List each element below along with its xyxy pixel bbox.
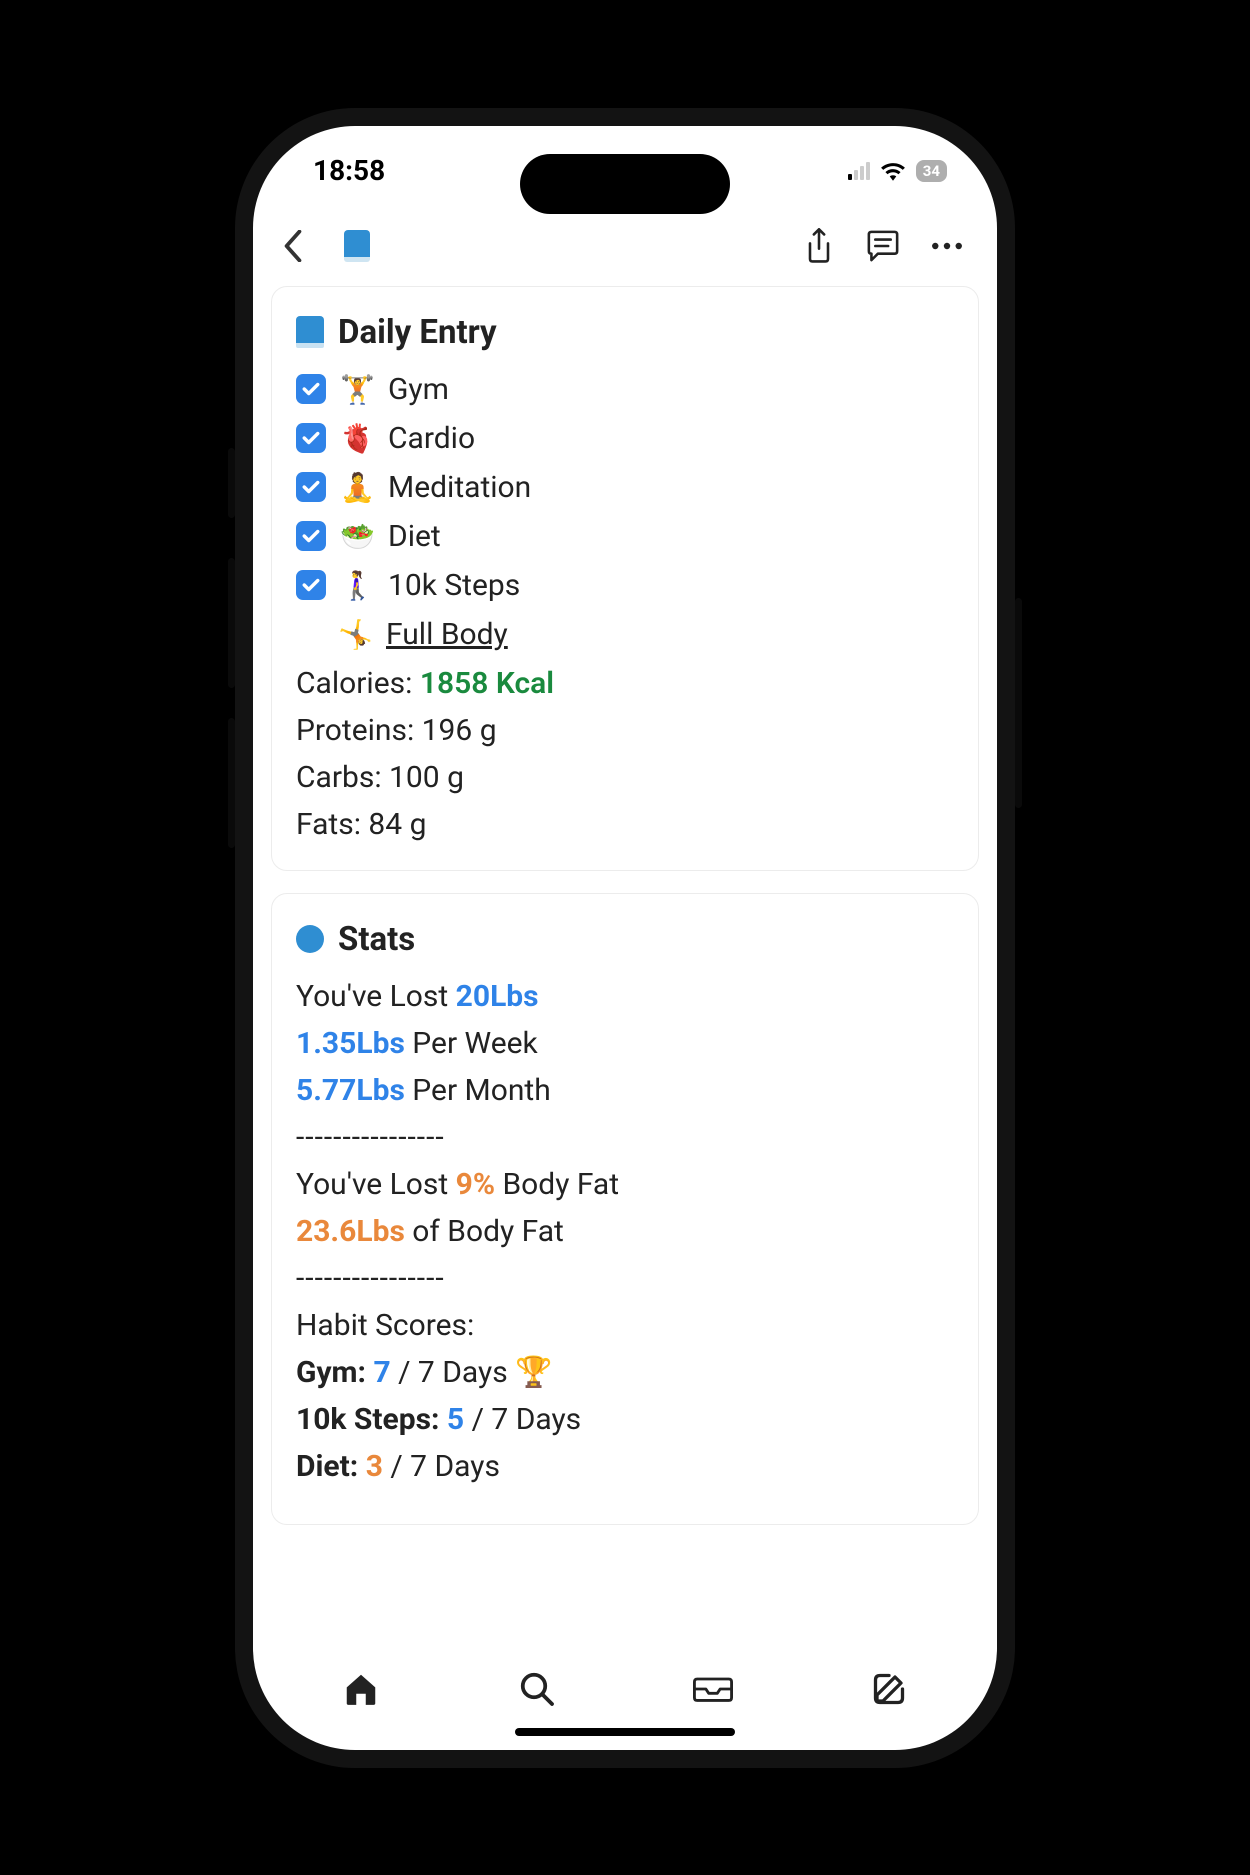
per-week-row: 1.35Lbs Per Week — [296, 1026, 954, 1061]
habit-score-value: 5 — [447, 1402, 464, 1437]
back-button[interactable] — [273, 226, 313, 266]
meditation-emoji-icon: 🧘 — [340, 471, 374, 504]
nav-compose[interactable] — [867, 1667, 911, 1711]
screen: 18:58 34 — [253, 126, 997, 1750]
wifi-icon — [880, 161, 906, 181]
checkbox-icon[interactable] — [296, 374, 326, 404]
fats-row: Fats: 84 g — [296, 807, 954, 842]
per-month-row: 5.77Lbs Per Month — [296, 1073, 954, 1108]
nav-home[interactable] — [339, 1667, 383, 1711]
checkbox-icon[interactable] — [296, 472, 326, 502]
calories-row: Calories: 1858 Kcal — [296, 666, 954, 701]
workout-link-label: Full Body — [386, 617, 508, 652]
workout-link[interactable]: 🤸 Full Body — [296, 617, 954, 652]
heart-emoji-icon: 🫀 — [340, 422, 374, 455]
checkbox-icon[interactable] — [296, 570, 326, 600]
bodyfat-lbs-value: 23.6Lbs — [296, 1214, 405, 1249]
volume-up-button — [228, 558, 235, 688]
stats-title: Stats — [338, 920, 415, 959]
habit-steps[interactable]: 🚶‍♀️ 10k Steps — [296, 568, 954, 603]
habit-gym[interactable]: 🏋️ Gym — [296, 372, 954, 407]
trophy-icon: 🏆 — [515, 1355, 552, 1390]
checkbox-icon[interactable] — [296, 521, 326, 551]
habit-score-steps: 10k Steps: 5 / 7 Days — [296, 1402, 954, 1437]
habit-score-diet: Diet: 3 / 7 Days — [296, 1449, 954, 1484]
habit-label: Meditation — [388, 470, 531, 505]
journal-icon[interactable] — [337, 226, 377, 266]
more-button[interactable] — [927, 226, 967, 266]
nav-search[interactable] — [515, 1667, 559, 1711]
daily-entry-card: Daily Entry 🏋️ Gym 🫀 Cardio 🧘 Meditation — [271, 286, 979, 871]
walking-emoji-icon: 🚶‍♀️ — [340, 569, 374, 602]
book-icon — [296, 316, 324, 348]
divider: ---------------- — [296, 1261, 954, 1296]
dynamic-island — [520, 154, 730, 214]
body-emoji-icon: 🤸 — [338, 618, 372, 651]
habit-scores-header: Habit Scores: — [296, 1308, 954, 1343]
habit-score-value: 7 — [373, 1355, 390, 1390]
carbs-row: Carbs: 100 g — [296, 760, 954, 795]
habit-score-gym: Gym: 7 / 7 Days 🏆 — [296, 1355, 954, 1390]
daily-entry-title: Daily Entry — [338, 313, 497, 352]
divider: ---------------- — [296, 1120, 954, 1155]
habit-label: Gym — [388, 372, 449, 407]
habit-meditation[interactable]: 🧘 Meditation — [296, 470, 954, 505]
home-indicator[interactable] — [515, 1728, 735, 1736]
weight-lost-value: 20Lbs — [456, 979, 539, 1014]
bodyfat-pct-value: 9% — [456, 1167, 495, 1202]
mute-switch — [228, 448, 235, 518]
cellular-signal-icon — [848, 162, 870, 180]
stats-card: Stats You've Lost 20Lbs 1.35Lbs Per Week… — [271, 893, 979, 1525]
habit-label: Diet — [388, 519, 441, 554]
power-button — [1015, 598, 1022, 808]
nav-inbox[interactable] — [691, 1667, 735, 1711]
bodyfat-lbs-row: 23.6Lbs of Body Fat — [296, 1214, 954, 1249]
gym-emoji-icon: 🏋️ — [340, 373, 374, 406]
dot-icon — [296, 925, 324, 953]
weight-lost-row: You've Lost 20Lbs — [296, 979, 954, 1014]
bodyfat-pct-row: You've Lost 9% Body Fat — [296, 1167, 954, 1202]
proteins-row: Proteins: 196 g — [296, 713, 954, 748]
calories-value: 1858 Kcal — [420, 666, 554, 701]
share-button[interactable] — [799, 226, 839, 266]
habit-score-value: 3 — [366, 1449, 383, 1484]
battery-icon: 34 — [916, 160, 947, 182]
content-scroll[interactable]: Daily Entry 🏋️ Gym 🫀 Cardio 🧘 Meditation — [253, 286, 997, 1640]
per-month-value: 5.77Lbs — [296, 1073, 405, 1108]
habit-diet[interactable]: 🥗 Diet — [296, 519, 954, 554]
per-week-value: 1.35Lbs — [296, 1026, 405, 1061]
status-time: 18:58 — [313, 154, 385, 187]
app-header — [253, 216, 997, 286]
salad-emoji-icon: 🥗 — [340, 520, 374, 553]
checkbox-icon[interactable] — [296, 423, 326, 453]
volume-down-button — [228, 718, 235, 848]
phone-frame: 18:58 34 — [235, 108, 1015, 1768]
habit-label: 10k Steps — [388, 568, 520, 603]
habit-cardio[interactable]: 🫀 Cardio — [296, 421, 954, 456]
comments-button[interactable] — [863, 226, 903, 266]
habit-label: Cardio — [388, 421, 475, 456]
